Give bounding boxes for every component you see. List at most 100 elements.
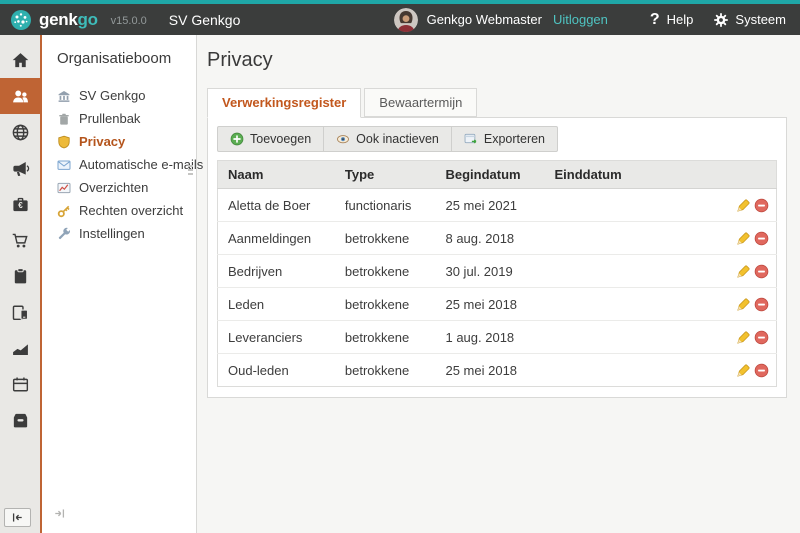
tab-bar: VerwerkingsregisterBewaartermijn <box>207 88 787 117</box>
row-delete-button[interactable] <box>754 264 769 279</box>
iconbar-item-shopping-cart[interactable] <box>0 222 40 258</box>
cell-type: betrokkene <box>335 288 436 321</box>
sidebar-item-rechten-overzicht[interactable]: Rechten overzicht <box>57 199 196 222</box>
building-icon <box>57 89 71 103</box>
sidebar-item-instellingen[interactable]: Instellingen <box>57 222 196 245</box>
megaphone-icon <box>11 159 30 178</box>
cell-actions <box>721 189 777 222</box>
logo-text: genkgo <box>39 10 98 30</box>
toolbar-button-label: Ook inactieven <box>356 132 439 146</box>
sidebar-item-overzichten[interactable]: Overzichten <box>57 176 196 199</box>
question-mark-icon: ? <box>650 11 660 29</box>
sidebar-item-label: Rechten overzicht <box>79 203 183 218</box>
sidebar-item-privacy[interactable]: Privacy <box>57 130 196 153</box>
users-icon <box>11 87 30 106</box>
iconbar-item-briefcase-euro[interactable]: € <box>0 186 40 222</box>
table-row: Bedrijvenbetrokkene30 jul. 2019 <box>218 255 777 288</box>
cell-begindatum: 8 aug. 2018 <box>435 222 544 255</box>
row-edit-button[interactable] <box>736 198 751 213</box>
row-delete-button[interactable] <box>754 330 769 345</box>
envelope-icon <box>57 158 71 172</box>
row-edit-button[interactable] <box>736 231 751 246</box>
add-icon <box>230 132 244 146</box>
iconbar-item-home[interactable] <box>0 42 40 78</box>
row-edit-button[interactable] <box>736 297 751 312</box>
logout-link[interactable]: Uitloggen <box>553 12 608 27</box>
cell-naam: Leden <box>218 288 335 321</box>
row-edit-button[interactable] <box>736 363 751 378</box>
minus-circle-icon <box>754 198 769 213</box>
column-header-naam: Naam <box>218 161 335 189</box>
iconbar-item-devices[interactable] <box>0 294 40 330</box>
toolbar-button-toevoegen[interactable]: Toevoegen <box>218 127 324 151</box>
tab-verwerkingsregister[interactable]: Verwerkingsregister <box>207 88 361 118</box>
sidebar-item-label: SV Genkgo <box>79 88 146 103</box>
sidebar-item-label: Automatische e-mails <box>79 157 203 172</box>
cell-einddatum <box>544 189 720 222</box>
sidebar-item-prullenbak[interactable]: Prullenbak <box>57 107 196 130</box>
pencil-icon <box>736 198 751 213</box>
collapse-right-icon <box>53 507 66 520</box>
row-delete-button[interactable] <box>754 198 769 213</box>
toolbar-button-ook-inactieven[interactable]: Ook inactieven <box>324 127 452 151</box>
sidebar-item-label: Privacy <box>79 134 125 149</box>
cell-actions <box>721 321 777 354</box>
sidebar-item-label: Overzichten <box>79 180 148 195</box>
cell-type: betrokkene <box>335 321 436 354</box>
cell-type: betrokkene <box>335 255 436 288</box>
toolbar-button-exporteren[interactable]: Exporteren <box>452 127 557 151</box>
cell-einddatum <box>544 288 720 321</box>
collapse-left-icon <box>11 511 24 524</box>
toolbar-button-label: Exporteren <box>484 132 545 146</box>
organisation-tree-sidebar: Organisatieboom SV Genkgo Prullenbak Priva… <box>42 35 197 533</box>
iconbar-item-archive[interactable] <box>0 402 40 438</box>
sidebar-item-automatische-e-mails[interactable]: Automatische e-mails <box>57 153 196 176</box>
calendar-icon <box>11 375 30 394</box>
cell-actions <box>721 255 777 288</box>
sidebar-title: Organisatieboom <box>57 50 196 67</box>
iconbar-item-area-chart[interactable] <box>0 330 40 366</box>
pencil-icon <box>736 363 751 378</box>
sidebar-item-label: Instellingen <box>79 226 145 241</box>
help-button[interactable]: ? Help <box>650 11 694 29</box>
column-header-begindatum: Begindatum <box>435 161 544 189</box>
cell-naam: Aletta de Boer <box>218 189 335 222</box>
column-header-einddatum: Einddatum <box>544 161 720 189</box>
user-avatar[interactable] <box>394 8 418 32</box>
row-edit-button[interactable] <box>736 264 751 279</box>
iconbar-item-clipboard[interactable] <box>0 258 40 294</box>
collapse-iconbar-button[interactable] <box>4 508 31 527</box>
key-icon <box>57 204 71 218</box>
iconbar-item-users[interactable] <box>0 78 40 114</box>
row-delete-button[interactable] <box>754 363 769 378</box>
minus-circle-icon <box>754 330 769 345</box>
minus-circle-icon <box>754 264 769 279</box>
sidebar-item-sv-genkgo[interactable]: SV Genkgo <box>57 84 196 107</box>
cell-begindatum: 25 mei 2018 <box>435 288 544 321</box>
devices-icon <box>11 303 30 322</box>
cell-actions <box>721 288 777 321</box>
trash-icon <box>57 112 71 126</box>
cell-begindatum: 30 jul. 2019 <box>435 255 544 288</box>
sidebar-resize-handle[interactable] <box>188 165 193 175</box>
tab-panel: Toevoegen Ook inactieven Exporteren NaamTy… <box>207 117 787 398</box>
table-row: Oud-ledenbetrokkene25 mei 2018 <box>218 354 777 387</box>
genkgo-logo-icon <box>10 9 32 31</box>
row-edit-button[interactable] <box>736 330 751 345</box>
iconbar-item-globe[interactable] <box>0 114 40 150</box>
tab-bewaartermijn[interactable]: Bewaartermijn <box>364 88 477 117</box>
pencil-icon <box>736 231 751 246</box>
column-header-type: Type <box>335 161 436 189</box>
system-button[interactable]: Systeem <box>713 12 786 28</box>
row-delete-button[interactable] <box>754 297 769 312</box>
export-icon <box>464 132 478 146</box>
table-row: Ledenbetrokkene25 mei 2018 <box>218 288 777 321</box>
cell-naam: Bedrijven <box>218 255 335 288</box>
iconbar-item-megaphone[interactable] <box>0 150 40 186</box>
genkgo-logo: genkgo <box>10 9 98 31</box>
row-delete-button[interactable] <box>754 231 769 246</box>
collapse-sidebar-button[interactable] <box>53 507 66 525</box>
iconbar-item-calendar[interactable] <box>0 366 40 402</box>
system-label: Systeem <box>735 12 786 27</box>
shield-icon <box>57 135 71 149</box>
